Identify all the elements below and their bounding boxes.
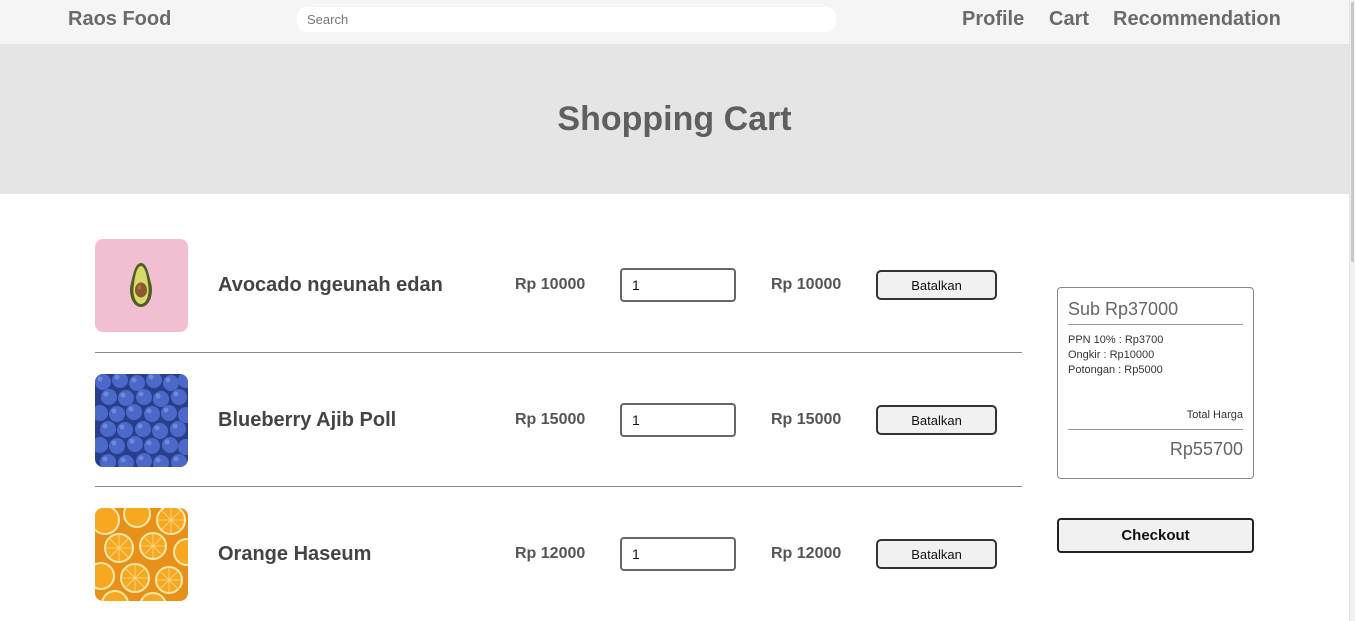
blueberry-image <box>95 374 188 467</box>
item-price: Rp 12000 <box>515 545 586 562</box>
item-price: Rp 10000 <box>515 276 586 293</box>
order-summary-card: Sub Rp37000 PPN 10% : Rp3700 Ongkir : Rp… <box>1057 287 1254 479</box>
item-total: Rp 10000 <box>771 276 842 293</box>
total-label: Total Harga <box>1186 409 1243 421</box>
hero-banner: Shopping Cart <box>0 44 1349 194</box>
quantity-input[interactable] <box>620 537 736 571</box>
cart-item: Avocado ngeunah edan Rp 10000 Rp 10000 B… <box>95 239 1022 332</box>
item-price: Rp 15000 <box>515 411 586 428</box>
quantity-input[interactable] <box>620 403 736 437</box>
quantity-input[interactable] <box>620 268 736 302</box>
total-value: Rp55700 <box>1169 439 1243 459</box>
item-name: Blueberry Ajib Poll <box>218 409 397 431</box>
avocado-image <box>95 239 188 332</box>
navbar: Raos Food Profile Cart Recommendation <box>0 0 1349 44</box>
cart-item: Blueberry Ajib Poll Rp 15000 Rp 15000 Ba… <box>95 374 1022 467</box>
nav-link-profile[interactable]: Profile <box>962 8 1024 31</box>
ppn-fee: PPN 10% : Rp3700 <box>1068 334 1164 346</box>
item-total: Rp 12000 <box>771 545 842 562</box>
search-input[interactable] <box>297 7 836 32</box>
shipping-fee: Ongkir : Rp10000 <box>1068 349 1155 361</box>
brand-logo[interactable]: Raos Food <box>68 8 171 31</box>
orange-image <box>95 508 188 601</box>
scrollbar-thumb[interactable] <box>1351 2 1354 262</box>
checkout-button[interactable]: Checkout <box>1057 518 1254 553</box>
item-name: Avocado ngeunah edan <box>218 274 443 296</box>
subtotal: Sub Rp37000 <box>1068 299 1179 319</box>
cart-item: Orange Haseum Rp 12000 Rp 12000 Batalkan <box>95 508 1022 601</box>
page-title: Shopping Cart <box>557 100 792 138</box>
cancel-button[interactable]: Batalkan <box>876 405 997 435</box>
divider <box>95 486 1022 487</box>
divider <box>95 352 1022 353</box>
page-scrollbar[interactable] <box>1349 0 1355 621</box>
item-total: Rp 15000 <box>771 411 842 428</box>
item-name: Orange Haseum <box>218 543 372 565</box>
discount: Potongan : Rp5000 <box>1068 364 1163 376</box>
nav-link-recommendation[interactable]: Recommendation <box>1113 8 1281 31</box>
nav-link-cart[interactable]: Cart <box>1049 8 1089 31</box>
summary-divider <box>1068 324 1243 325</box>
cancel-button[interactable]: Batalkan <box>876 270 997 300</box>
cancel-button[interactable]: Batalkan <box>876 539 997 569</box>
summary-divider <box>1068 429 1243 430</box>
